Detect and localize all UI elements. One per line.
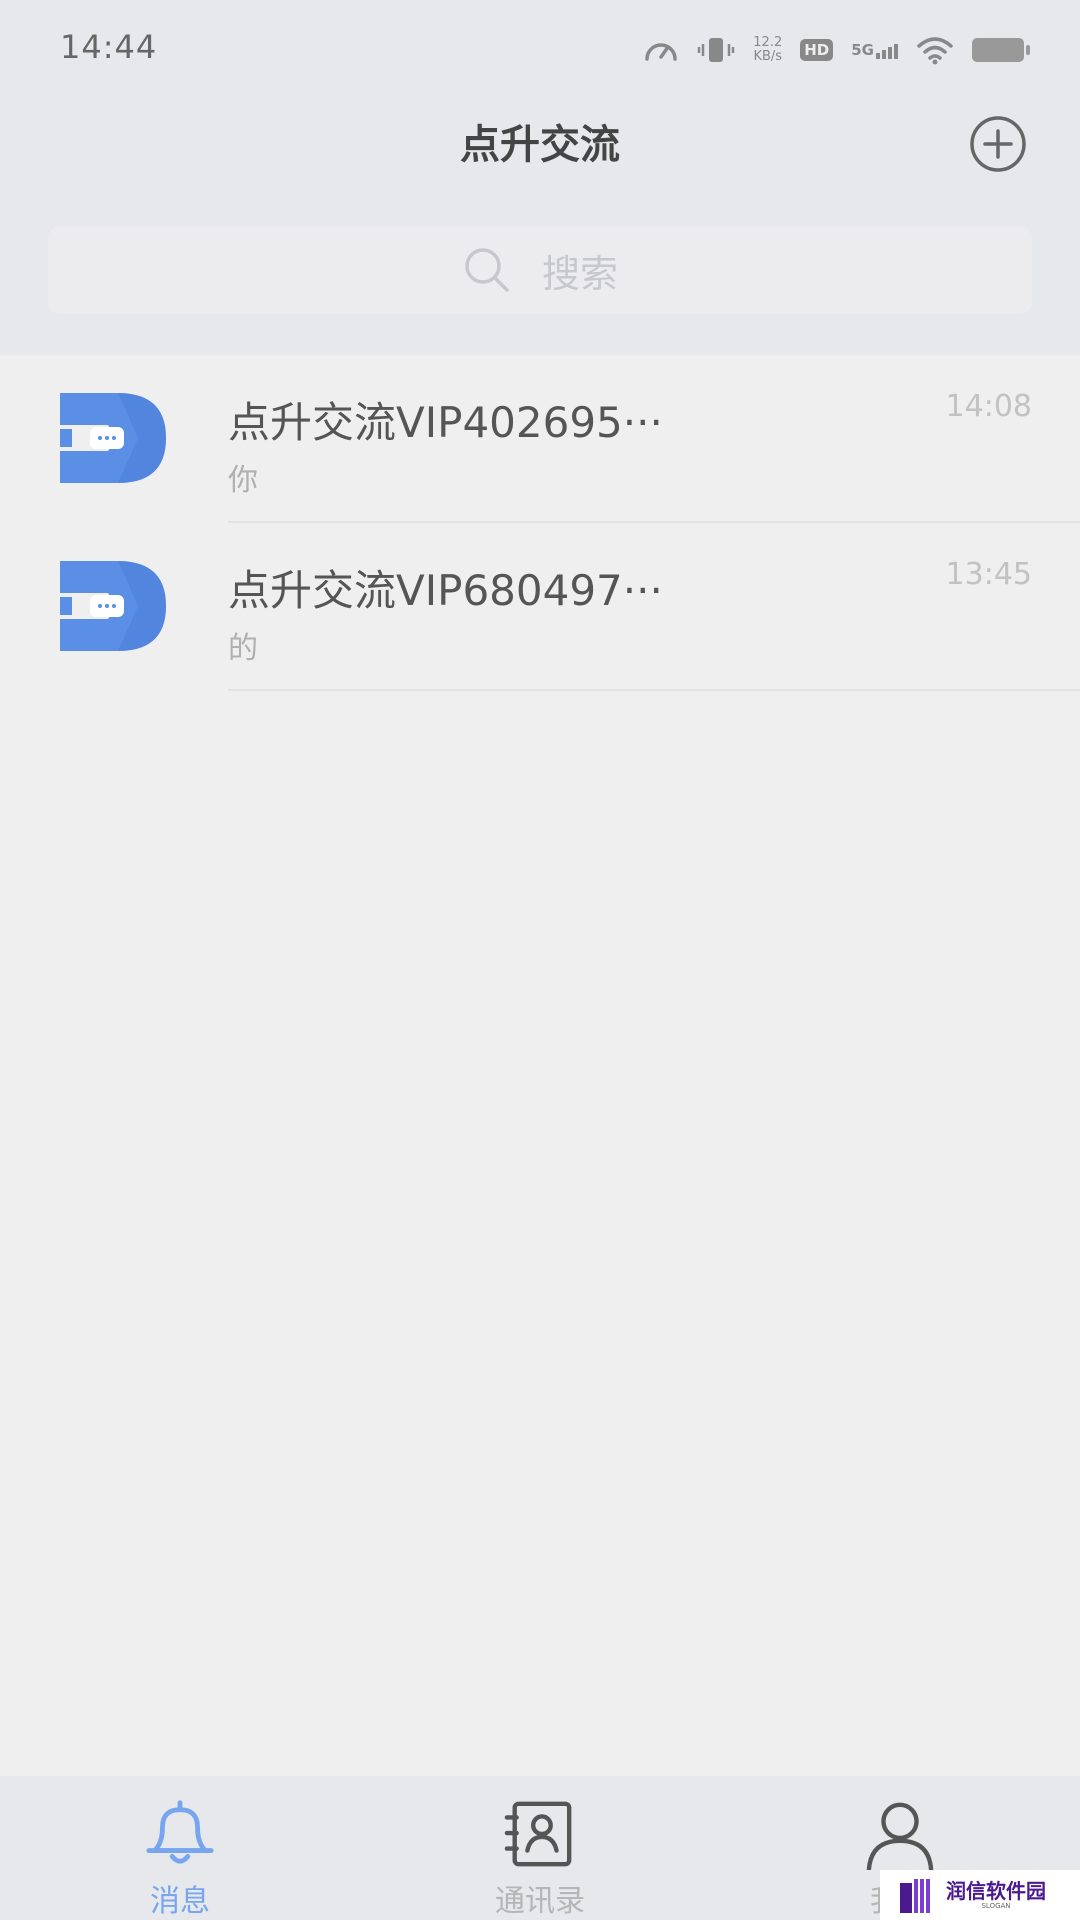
bell-icon [146, 1800, 214, 1864]
conversation-preview: 的 [228, 631, 258, 666]
watermark: 润信软件园 SLOGAN [880, 1870, 1080, 1920]
net-speed: 12.2 KB/s [753, 36, 782, 64]
net-speed-value: 12.2 [753, 35, 783, 50]
watermark-text: 润信软件园 [946, 1879, 1046, 1903]
hd-badge: HD [800, 39, 834, 61]
wifi-icon [917, 37, 953, 65]
vibrate-icon [698, 38, 735, 62]
title-bar: 点升交流 [0, 96, 1080, 186]
search-icon [465, 248, 509, 292]
signal-bar-3 [888, 47, 892, 59]
divider [228, 689, 1080, 691]
signal-bar-2 [882, 50, 886, 59]
conversation-item[interactable]: 点升交流VIP402695··· 14:08 你 [0, 355, 1080, 523]
search-input[interactable]: 搜索 [48, 226, 1032, 314]
conversation-time: 14:08 [945, 389, 1032, 424]
tab-messages[interactable]: 消息 [0, 1776, 360, 1920]
tab-label: 消息 [150, 1884, 210, 1919]
tab-contacts[interactable]: 通讯录 [360, 1776, 720, 1920]
conversation-preview: 你 [228, 463, 258, 498]
net-speed-unit: KB/s [753, 49, 783, 64]
conversation-list: 点升交流VIP402695··· 14:08 你 点升交流VIP680497··… [0, 355, 1080, 691]
status-bar: 14:44 12.2 KB/s HD 5G [0, 0, 1080, 96]
conversation-item[interactable]: 点升交流VIP680497··· 13:45 的 [0, 523, 1080, 691]
signal-5g: 5G [851, 41, 898, 59]
battery-icon [972, 38, 1030, 62]
conversation-name: 点升交流VIP680497··· [228, 566, 663, 615]
add-button[interactable] [968, 114, 1028, 174]
contacts-icon [504, 1801, 572, 1867]
network-label: 5G [851, 41, 874, 59]
watermark-sub: SLOGAN [981, 1902, 1011, 1910]
status-icons: 12.2 KB/s HD 5G [643, 30, 1030, 70]
person-icon [866, 1802, 934, 1870]
conversation-name: 点升交流VIP402695··· [228, 398, 663, 447]
signal-bar-1 [876, 53, 880, 59]
speedometer-icon [645, 43, 678, 61]
app-logo-avatar [60, 393, 166, 483]
page-title: 点升交流 [460, 122, 620, 168]
watermark-logo-icon [900, 1879, 930, 1913]
tab-label: 通讯录 [495, 1884, 585, 1919]
signal-bar-4 [894, 44, 898, 59]
app-logo-avatar [60, 561, 166, 651]
status-time: 14:44 [60, 28, 158, 66]
search-placeholder: 搜索 [541, 251, 618, 296]
conversation-time: 13:45 [945, 557, 1032, 592]
